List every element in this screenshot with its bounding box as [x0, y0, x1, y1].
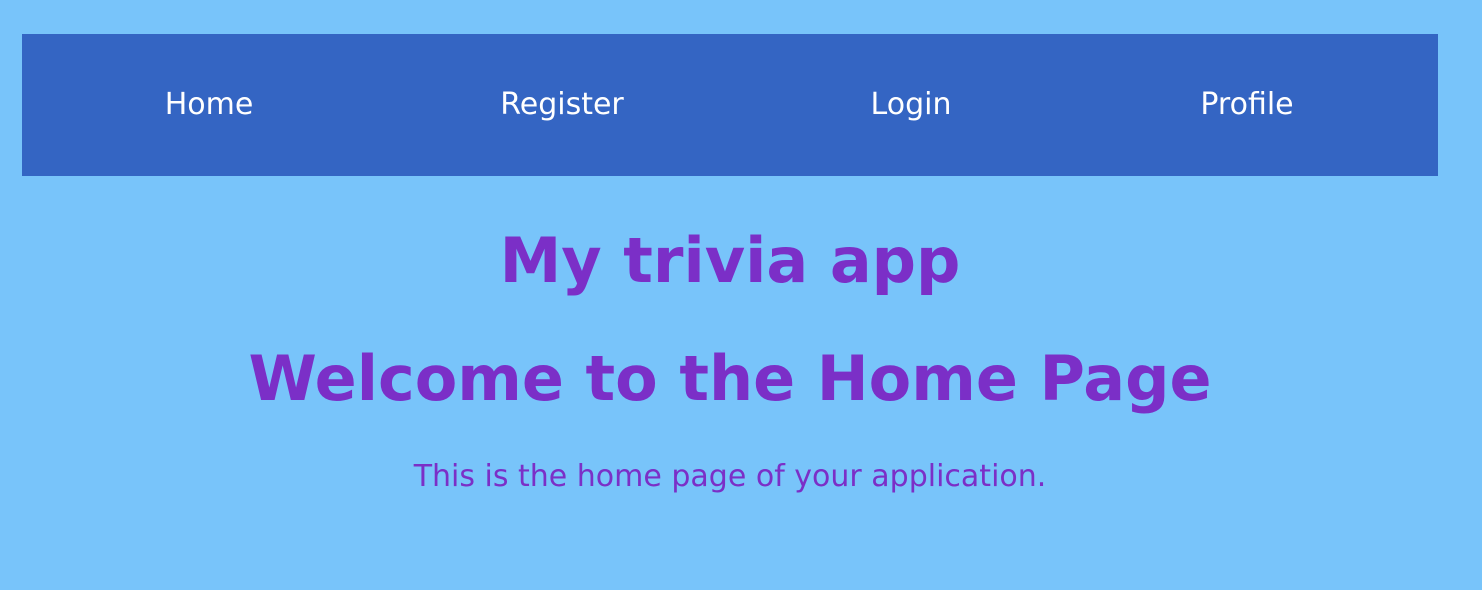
nav-link-register[interactable]: Register	[500, 34, 624, 176]
nav-link-profile[interactable]: Profile	[1200, 34, 1293, 176]
nav-link-home[interactable]: Home	[165, 34, 254, 176]
app-title: My trivia app	[499, 224, 961, 297]
nav-link-login[interactable]: Login	[871, 34, 952, 176]
page-description: This is the home page of your applicatio…	[413, 459, 1047, 494]
top-navigation: Home Register Login Profile	[22, 34, 1438, 176]
page-heading: Welcome to the Home Page	[248, 342, 1212, 415]
